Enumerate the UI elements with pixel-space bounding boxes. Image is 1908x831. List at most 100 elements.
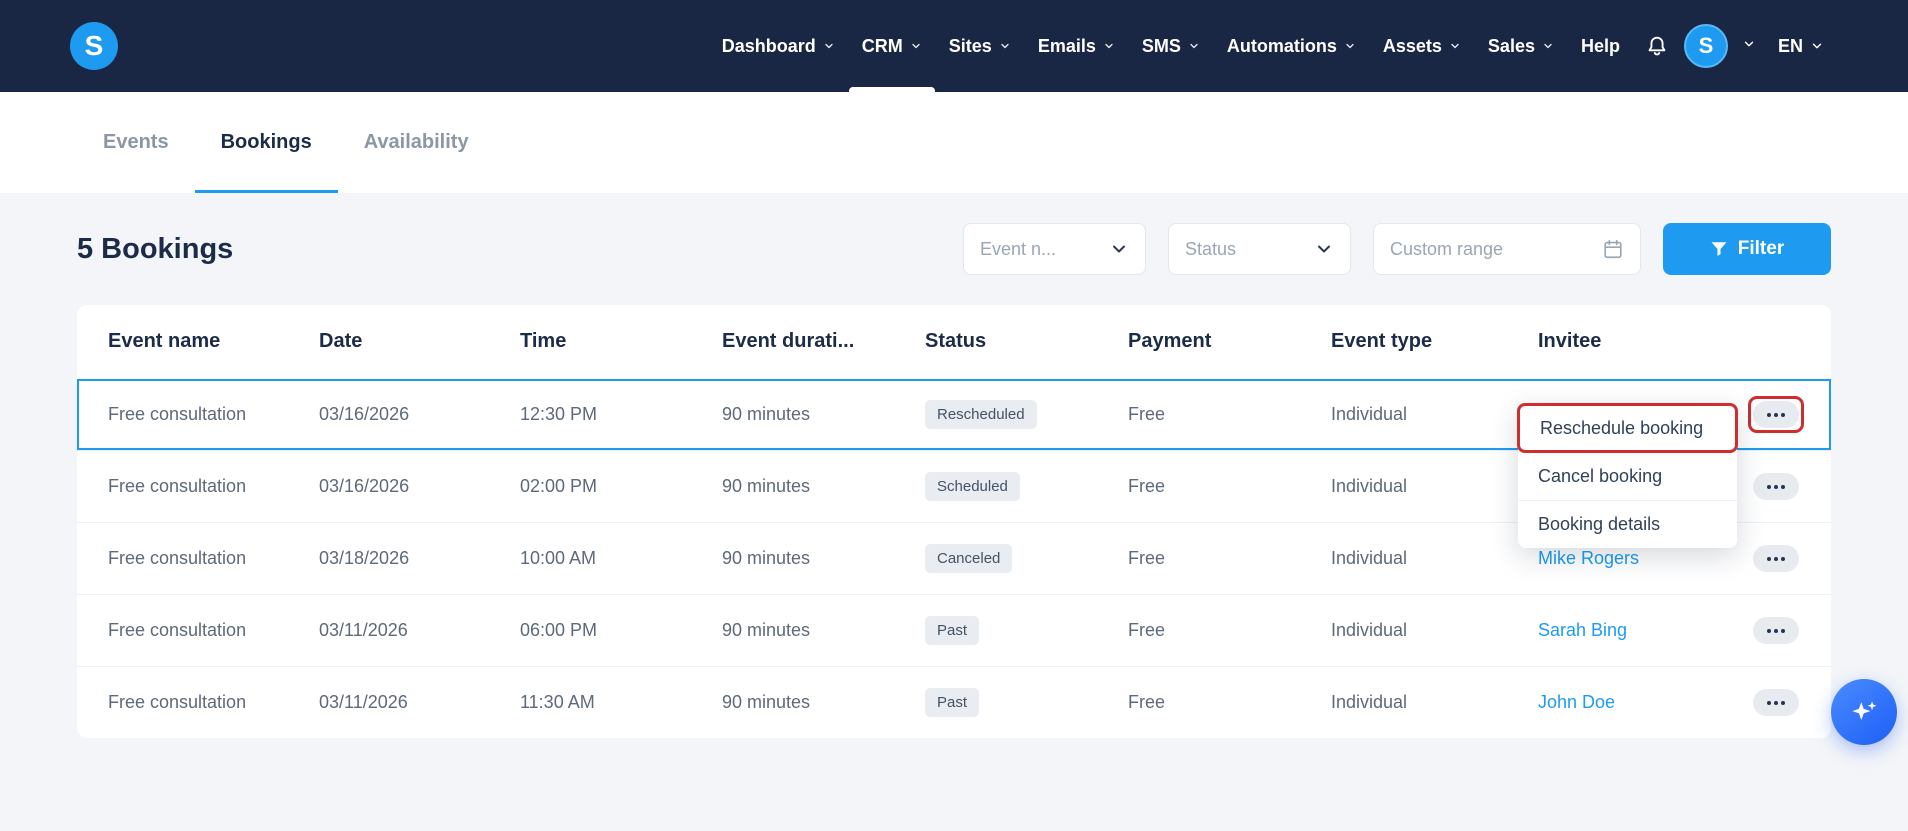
column-header: Event name <box>108 330 221 352</box>
cell-status: Past <box>925 688 1128 717</box>
event-name-filter-select[interactable]: Event n... <box>963 223 1146 275</box>
action-annotation-box <box>1748 396 1804 433</box>
row-actions-button[interactable] <box>1753 473 1799 500</box>
bookings-table-card: Event name Date Time Event durati... Status P… <box>77 305 1831 738</box>
language-selector[interactable]: EN <box>1778 36 1824 57</box>
nav-item-label: CRM <box>861 35 903 56</box>
menu-item-label: Cancel booking <box>1538 466 1663 486</box>
nav-item[interactable]: Emails <box>1038 0 1115 92</box>
row-actions-button[interactable] <box>1753 689 1799 716</box>
nav-item-label: Help <box>1580 35 1620 56</box>
brand-logo[interactable]: S <box>70 22 118 70</box>
nav-item[interactable]: Sites <box>949 0 1011 92</box>
chevron-down-icon <box>1346 43 1354 49</box>
status-badge: Past <box>925 688 980 717</box>
nav-item-label: Assets <box>1382 35 1442 56</box>
nav-item[interactable]: Assets <box>1383 0 1461 92</box>
cell-payment: Free <box>1128 620 1166 640</box>
cell-status: Rescheduled <box>925 400 1128 429</box>
cell-status: Past <box>925 616 1128 645</box>
status-filter-select[interactable]: Status <box>1168 223 1351 275</box>
cell-invitee: Mike Rogers <box>1538 548 1748 569</box>
row-actions-button[interactable] <box>1753 545 1799 572</box>
nav-item-label: Sites <box>948 35 992 56</box>
custom-range-date-input[interactable]: Custom range <box>1373 223 1641 275</box>
action-annotation-box <box>1748 468 1804 505</box>
invitee-link[interactable]: John Doe <box>1538 692 1615 712</box>
cell-actions <box>1748 612 1831 649</box>
tab-label: Bookings <box>220 131 312 153</box>
top-navbar: S Dashboard CRM Sites Emails SMS Automat… <box>0 0 1908 92</box>
language-chevron-down-icon <box>1812 43 1822 49</box>
cell-event-name: Free consultation <box>108 620 247 640</box>
cell-actions <box>1748 468 1831 505</box>
table-row[interactable]: Free consultation 03/11/2026 06:00 PM 90… <box>77 594 1831 666</box>
filter-button-label: Filter <box>1737 238 1785 259</box>
filter-funnel-icon <box>1711 242 1727 256</box>
cell-event-type: Individual <box>1331 404 1408 424</box>
status-badge: Rescheduled <box>925 400 1037 429</box>
context-menu-item[interactable]: Booking details <box>1518 500 1737 548</box>
invitee-link[interactable]: Mike Rogers <box>1538 548 1639 568</box>
nav-item[interactable]: Automations <box>1227 0 1356 92</box>
chevron-down-icon <box>1318 245 1330 253</box>
cell-payment: Free <box>1128 404 1166 424</box>
avatar-chevron-down-icon[interactable] <box>1742 37 1756 56</box>
status-filter-placeholder: Status <box>1185 238 1237 259</box>
chevron-down-icon <box>825 43 833 49</box>
column-header: Date <box>319 330 363 352</box>
event-name-filter-placeholder: Event n... <box>980 238 1057 259</box>
chevron-down-icon <box>1451 43 1459 49</box>
chevron-down-icon <box>1105 43 1113 49</box>
tab[interactable]: Events <box>77 92 195 193</box>
bookings-toolbar: 5 Bookings Event n... Status Custom rang… <box>77 223 1831 275</box>
cell-status: Scheduled <box>925 472 1128 501</box>
cell-event-name: Free consultation <box>108 548 247 568</box>
nav-item-label: Sales <box>1487 35 1535 56</box>
user-avatar[interactable]: S <box>1683 24 1728 68</box>
column-header: Event type <box>1331 330 1433 352</box>
tab[interactable]: Bookings <box>194 92 338 193</box>
cell-event-type: Individual <box>1331 476 1408 496</box>
nav-right-cluster: S EN <box>1644 24 1824 68</box>
filter-button[interactable]: Filter <box>1663 223 1831 275</box>
cell-event-name: Free consultation <box>108 476 247 496</box>
row-actions-button[interactable] <box>1753 401 1799 428</box>
nav-item[interactable]: Dashboard <box>722 0 835 92</box>
tab[interactable]: Availability <box>338 92 495 193</box>
context-menu-item[interactable]: Cancel booking <box>1518 452 1737 500</box>
cell-date: 03/18/2026 <box>319 548 410 568</box>
invitee-link[interactable]: Sarah Bing <box>1538 620 1627 640</box>
cell-actions <box>1748 396 1831 433</box>
status-badge: Scheduled <box>925 472 1020 501</box>
table-header: Event name Date Time Event durati... Status P… <box>77 305 1831 378</box>
ai-assistant-fab[interactable] <box>1831 679 1897 745</box>
column-header: Time <box>520 330 567 352</box>
nav-item-label: Emails <box>1037 35 1096 56</box>
nav-item[interactable]: SMS <box>1142 0 1200 92</box>
cell-time: 12:30 PM <box>520 404 598 424</box>
menu-item-label: Reschedule booking <box>1540 417 1704 438</box>
cell-date: 03/11/2026 <box>319 692 408 712</box>
context-menu-item[interactable]: Reschedule booking <box>1517 403 1738 453</box>
cell-date: 03/16/2026 <box>319 476 410 496</box>
nav-item[interactable]: Help <box>1581 0 1620 92</box>
cell-time: 10:00 AM <box>520 548 597 568</box>
nav-item[interactable]: Sales <box>1488 0 1554 92</box>
cell-event-name: Free consultation <box>108 692 247 712</box>
calendar-icon <box>1604 239 1622 259</box>
column-header: Payment <box>1128 330 1212 352</box>
section-tabbar: Events Bookings Availability <box>0 92 1908 193</box>
cell-event-type: Individual <box>1331 548 1408 568</box>
nav-item[interactable]: CRM <box>848 0 935 92</box>
column-header: Status <box>925 330 987 352</box>
table-row[interactable]: Free consultation 03/11/2026 11:30 AM 90… <box>77 666 1831 738</box>
cell-event-type: Individual <box>1331 692 1408 712</box>
chevron-down-icon <box>1544 43 1552 49</box>
nav-item-label: Automations <box>1226 35 1337 56</box>
row-actions-button[interactable] <box>1753 617 1799 644</box>
notifications-bell-icon[interactable] <box>1644 33 1670 59</box>
chevron-down-icon <box>1113 245 1125 253</box>
cell-duration: 90 minutes <box>722 620 811 640</box>
cell-actions <box>1748 540 1831 577</box>
